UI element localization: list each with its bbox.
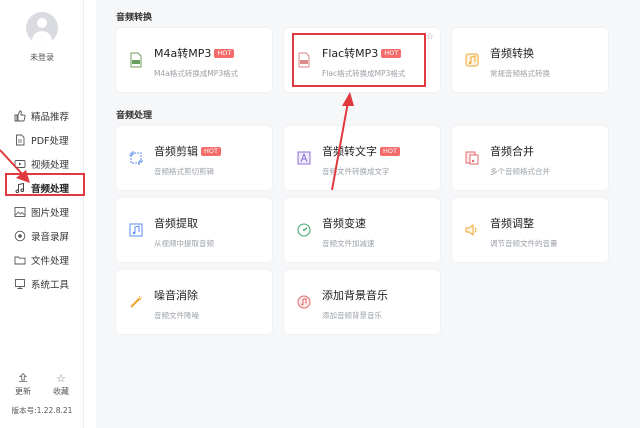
audio-cut-icon (128, 150, 144, 166)
card-description: 多个音频格式合并 (490, 167, 550, 176)
sidebar-item-image[interactable]: 图片处理 (0, 200, 84, 224)
card-noise-reduce[interactable]: 噪音消除 音频文件降噪 (116, 270, 272, 334)
card-description: 常规音频格式转换 (490, 69, 550, 78)
music-icon (14, 182, 26, 194)
favorite-button[interactable]: ☆ 收藏 (53, 372, 69, 397)
card-audio-extract[interactable]: 音频提取 从视频中提取音频 (116, 198, 272, 262)
card-title: 音频提取 (154, 217, 198, 230)
card-title: 添加背景音乐 (322, 289, 388, 302)
update-label: 更新 (15, 387, 31, 396)
thumbs-up-icon (14, 110, 26, 122)
card-title: 音频调整 (490, 217, 534, 230)
card-title: 音频变速 (322, 217, 366, 230)
record-icon (14, 230, 26, 242)
sidebar-item-label: 系统工具 (31, 280, 70, 291)
sidebar-item-system-tools[interactable]: 系统工具 (0, 272, 84, 296)
audio-convert-icon (464, 52, 480, 68)
sidebar-footer: 更新 ☆ 收藏 版本号:1.22.8.21 (0, 372, 84, 416)
favorite-star-icon[interactable]: ☆ (426, 32, 434, 42)
card-audio-adjust[interactable]: 音频调整 调节音频文件的音量 (452, 198, 608, 262)
sidebar-item-label: 图片处理 (31, 208, 70, 219)
card-description: 音频文件加减速 (322, 239, 375, 248)
card-add-bg-music[interactable]: 添加背景音乐 添加音频背景音乐 (284, 270, 440, 334)
card-flac-to-mp3[interactable]: Flac转MP3 HOT Flac格式转换成MP3格式 ☆ (284, 28, 440, 92)
audio-merge-icon (464, 150, 480, 166)
card-title: 音频剪辑 (154, 145, 198, 158)
card-audio-convert[interactable]: 音频转换 常规音频格式转换 (452, 28, 608, 92)
sidebar-item-audio[interactable]: 音频处理 (0, 176, 84, 200)
card-title: 噪音消除 (154, 289, 198, 302)
hot-badge: HOT (201, 147, 221, 156)
hot-badge: HOT (214, 49, 235, 58)
avatar[interactable] (26, 12, 58, 44)
login-status-label[interactable]: 未登录 (0, 52, 84, 63)
sidebar-item-label: 音频处理 (31, 184, 70, 195)
card-audio-cut[interactable]: 音频剪辑 HOT 音频格式剪切剪辑 (116, 126, 272, 190)
volume-icon (464, 222, 480, 238)
version-label: 版本号:1.22.8.21 (11, 406, 73, 415)
sidebar-item-label: PDF处理 (31, 136, 69, 147)
toolbox-icon (14, 278, 26, 290)
card-title: Flac转MP3 (322, 47, 379, 60)
video-icon (14, 158, 26, 170)
card-audio-speed[interactable]: 音频变速 音频文件加减速 (284, 198, 440, 262)
image-icon (14, 206, 26, 218)
card-title: 音频合并 (490, 145, 534, 158)
sidebar-item-video[interactable]: 视频处理 (0, 152, 84, 176)
speed-icon (296, 222, 312, 238)
sidebar-item-file[interactable]: 文件处理 (0, 248, 84, 272)
sidebar-item-record[interactable]: 录音录屏 (0, 224, 84, 248)
main-content: 音频转换 M4a转MP3 HOT M4a格式转换成MP3格式 Flac转MP3 HO… (96, 0, 640, 428)
section-title-process: 音频处理 (116, 111, 153, 121)
sidebar-item-recommended[interactable]: 精品推荐 (0, 104, 84, 128)
star-icon: ☆ (56, 372, 66, 385)
mp3-file-icon (128, 52, 144, 68)
sidebar-item-label: 文件处理 (31, 256, 70, 267)
sidebar-item-label: 精品推荐 (31, 112, 70, 123)
sidebar-item-pdf[interactable]: PDF处理 (0, 128, 84, 152)
sidebar-item-label: 视频处理 (31, 160, 70, 171)
pdf-icon (14, 134, 26, 146)
favorite-label: 收藏 (53, 387, 69, 396)
card-description: Flac格式转换成MP3格式 (322, 69, 406, 78)
card-m4a-to-mp3[interactable]: M4a转MP3 HOT M4a格式转换成MP3格式 (116, 28, 272, 92)
update-button[interactable]: 更新 (15, 372, 31, 397)
card-title: 音频转文字 (322, 145, 377, 158)
card-description: 调节音频文件的音量 (490, 239, 558, 248)
sidebar-item-label: 录音录屏 (31, 232, 70, 243)
section-title-convert: 音频转换 (116, 13, 153, 23)
card-description: 音频文件转换成文字 (322, 167, 390, 176)
hot-badge: HOT (380, 147, 400, 156)
noise-reduce-icon (128, 294, 144, 310)
card-audio-to-text[interactable]: 音频转文字 HOT 音频文件转换成文字 (284, 126, 440, 190)
bg-music-icon (296, 294, 312, 310)
audio-to-text-icon (296, 150, 312, 166)
card-description: 从视频中提取音频 (154, 239, 214, 248)
sidebar-nav: 精品推荐 PDF处理 视频处理 音频处理 图片处理 录音录屏 文件处理 系统工具 (0, 104, 84, 296)
flac-file-icon (296, 52, 312, 68)
sidebar: 未登录 精品推荐 PDF处理 视频处理 音频处理 图片处理 录音录屏 文件处理 … (0, 0, 85, 428)
card-description: 音频文件降噪 (154, 311, 199, 320)
card-title: 音频转换 (490, 47, 534, 60)
card-description: 添加音频背景音乐 (322, 311, 382, 320)
card-description: 音频格式剪切剪辑 (154, 167, 214, 176)
folder-icon (14, 254, 26, 266)
hot-badge: HOT (381, 49, 402, 58)
card-description: M4a格式转换成MP3格式 (154, 69, 239, 78)
update-icon (17, 372, 29, 386)
card-title: M4a转MP3 (154, 47, 212, 60)
audio-extract-icon (128, 222, 144, 238)
card-audio-merge[interactable]: 音频合并 多个音频格式合并 (452, 126, 608, 190)
